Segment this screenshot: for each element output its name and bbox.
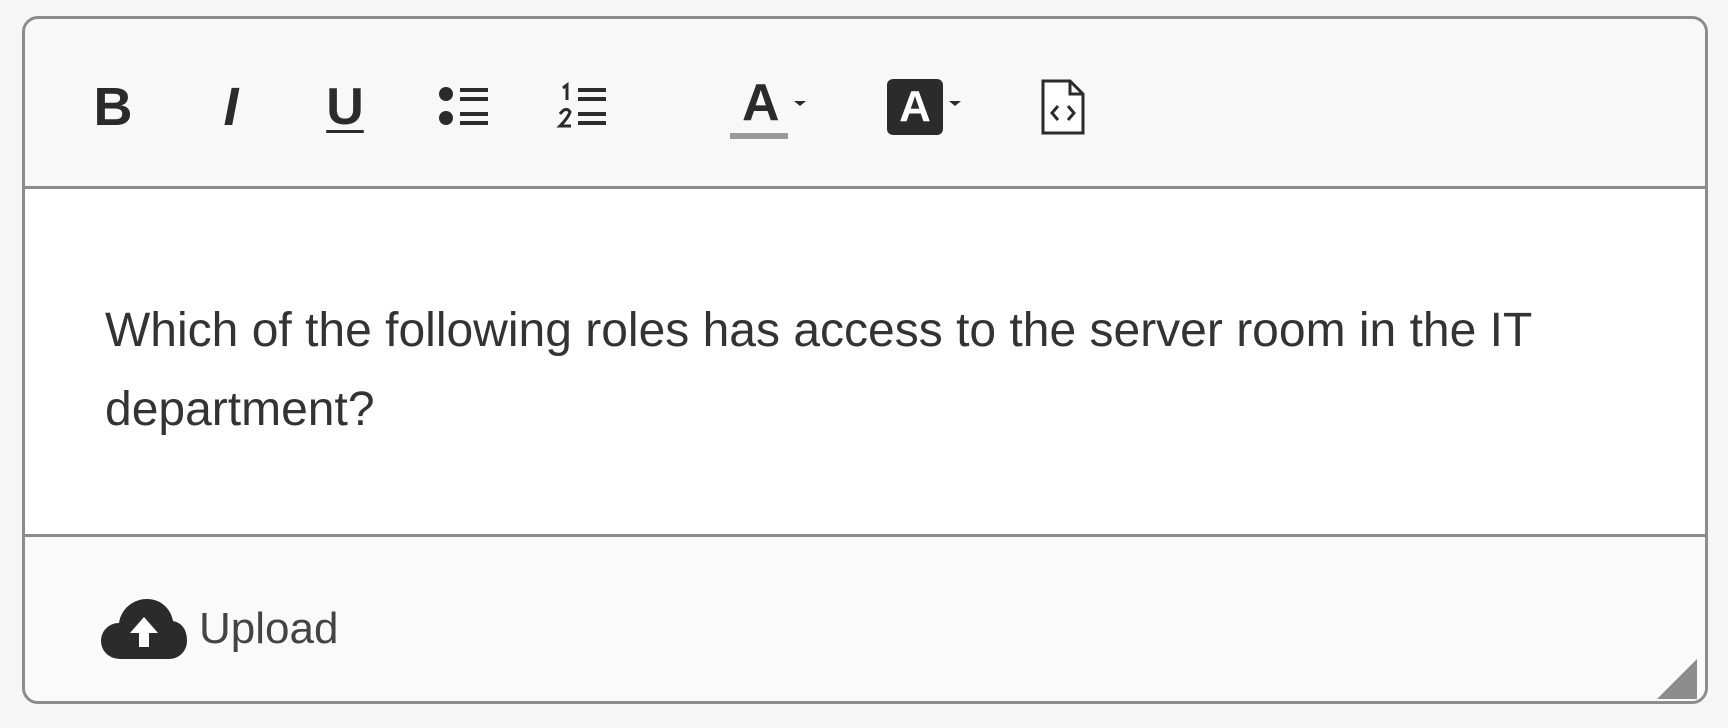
italic-icon: I <box>223 77 239 137</box>
editor-toolbar: B I U A A <box>25 19 1705 189</box>
chevron-down-icon <box>949 101 961 106</box>
editor-body[interactable]: Which of the following roles has access … <box>25 189 1705 537</box>
editor-footer: Upload <box>25 537 1705 701</box>
upload-label: Upload <box>199 604 339 653</box>
underline-button[interactable]: U <box>317 61 373 153</box>
source-code-icon <box>1041 79 1085 135</box>
bullet-list-button[interactable] <box>433 61 497 153</box>
bold-button[interactable]: B <box>85 61 141 153</box>
underline-icon: U <box>326 78 364 136</box>
chevron-down-icon <box>794 101 806 106</box>
text-color-icon: A <box>730 75 790 139</box>
bold-icon: B <box>93 77 133 137</box>
source-code-button[interactable] <box>1035 61 1091 153</box>
highlight-color-icon: A <box>887 79 943 135</box>
text-color-glyph: A <box>742 74 780 132</box>
highlight-color-glyph: A <box>899 82 931 131</box>
cloud-upload-icon <box>101 599 187 659</box>
bullet-list-icon <box>439 87 488 125</box>
rich-text-editor: B I U A A Which of the following roles h… <box>22 16 1708 704</box>
editor-text[interactable]: Which of the following roles has access … <box>105 291 1625 449</box>
resize-handle-icon[interactable] <box>1657 659 1697 699</box>
text-color-button[interactable]: A <box>721 61 817 153</box>
italic-button[interactable]: I <box>203 61 259 153</box>
text-color-swatch <box>730 133 788 139</box>
numbered-list-button[interactable] <box>551 61 615 153</box>
highlight-color-button[interactable]: A <box>877 61 973 153</box>
numbered-list-icon <box>556 82 606 128</box>
upload-button[interactable]: Upload <box>99 589 338 669</box>
